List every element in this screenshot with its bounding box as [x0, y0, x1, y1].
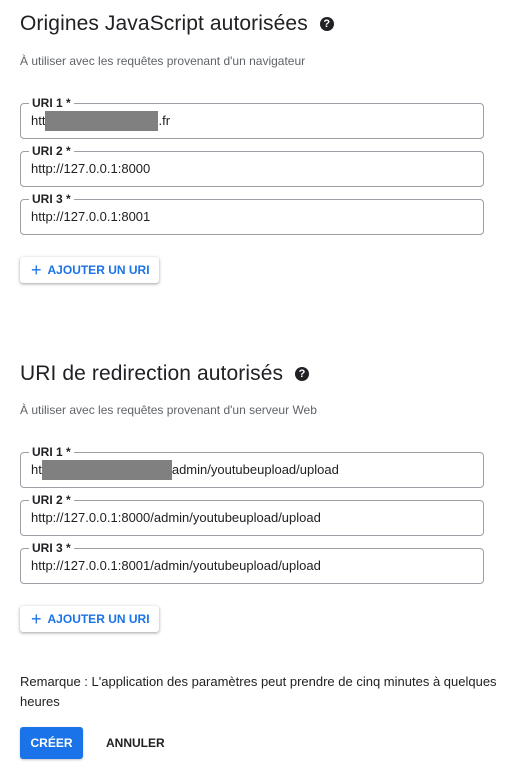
- js-origin-uri-1-field[interactable]: URI 1 * htt .fr: [20, 96, 484, 139]
- redirect-uri-1-value[interactable]: ht admin/youtubeupload/upload: [31, 453, 339, 487]
- redirect-uri-1-prefix: ht: [31, 462, 42, 477]
- redirect-uri-2-value[interactable]: http://127.0.0.1:8000/admin/youtubeuploa…: [31, 501, 321, 535]
- js-origins-description: À utiliser avec les requêtes provenant d…: [20, 54, 306, 68]
- redaction-block: [41, 460, 172, 480]
- redirect-uri-2-field[interactable]: URI 2 * http://127.0.0.1:8000/admin/yout…: [20, 493, 484, 536]
- redirect-uris-help-icon[interactable]: ?: [295, 367, 310, 381]
- redirect-uri-3-field[interactable]: URI 3 * http://127.0.0.1:8001/admin/yout…: [20, 541, 484, 584]
- plus-icon: +: [31, 609, 42, 629]
- js-origin-uri-1-prefix: htt: [31, 113, 46, 128]
- plus-icon: +: [31, 260, 42, 280]
- redirect-uri-1-suffix: admin/youtubeupload/upload: [171, 462, 339, 477]
- redirect-uri-3-value[interactable]: http://127.0.0.1:8001/admin/youtubeuploa…: [31, 549, 321, 583]
- js-origins-add-uri-label: AJOUTER UN URI: [47, 263, 150, 277]
- js-origins-add-uri-button[interactable]: + AJOUTER UN URI: [20, 257, 159, 283]
- js-origin-uri-3-field[interactable]: URI 3 * http://127.0.0.1:8001: [20, 192, 484, 235]
- js-origin-uri-2-field[interactable]: URI 2 * http://127.0.0.1:8000: [20, 144, 484, 187]
- redaction-block: [45, 111, 159, 131]
- js-origin-uri-3-value[interactable]: http://127.0.0.1:8001: [31, 200, 150, 234]
- js-origin-uri-2-value[interactable]: http://127.0.0.1:8000: [31, 152, 150, 186]
- js-origins-title-text: Origines JavaScript autorisées: [20, 12, 308, 35]
- redirect-uris-description: À utiliser avec les requêtes provenant d…: [20, 403, 317, 417]
- propagation-note: Remarque : L'application des paramètres …: [20, 674, 497, 709]
- cancel-button[interactable]: ANNULER: [100, 727, 171, 759]
- redirect-uris-title: URI de redirection autorisés ?: [20, 362, 310, 386]
- redirect-uris-title-text: URI de redirection autorisés: [20, 362, 284, 385]
- redirect-uris-add-uri-label: AJOUTER UN URI: [47, 612, 150, 626]
- redirect-uris-add-uri-button[interactable]: + AJOUTER UN URI: [20, 606, 159, 632]
- redirect-uri-1-field[interactable]: URI 1 * ht admin/youtubeupload/upload: [20, 445, 484, 488]
- js-origins-title: Origines JavaScript autorisées ?: [20, 12, 334, 36]
- js-origin-uri-1-value[interactable]: htt .fr: [31, 104, 170, 138]
- js-origin-uri-1-suffix: .fr: [158, 113, 171, 128]
- create-button[interactable]: CRÉER: [20, 727, 83, 759]
- js-origins-help-icon[interactable]: ?: [319, 17, 334, 31]
